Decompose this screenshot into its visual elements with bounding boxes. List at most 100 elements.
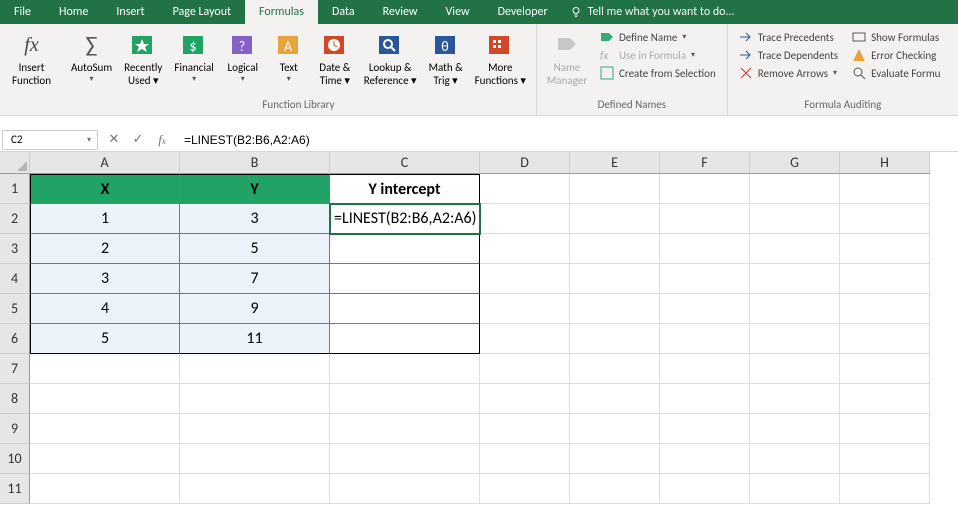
- cell-D10[interactable]: [480, 444, 570, 474]
- cell-B11[interactable]: [180, 474, 330, 504]
- cell-G9[interactable]: [750, 414, 840, 444]
- cell-G6[interactable]: [750, 324, 840, 354]
- tab-data[interactable]: Data: [318, 0, 369, 24]
- cell-C5[interactable]: [330, 294, 480, 324]
- cell-F3[interactable]: [660, 234, 750, 264]
- cell-A1[interactable]: X: [30, 174, 180, 204]
- cell-H5[interactable]: [840, 294, 930, 324]
- row-head-9[interactable]: 9: [0, 414, 30, 444]
- tab-file[interactable]: File: [0, 0, 45, 24]
- cell-E3[interactable]: [570, 234, 660, 264]
- cell-E9[interactable]: [570, 414, 660, 444]
- cell-G4[interactable]: [750, 264, 840, 294]
- cell-A5[interactable]: 4: [30, 294, 180, 324]
- cell-G8[interactable]: [750, 384, 840, 414]
- tab-page-layout[interactable]: Page Layout: [159, 0, 245, 24]
- math-trig-button[interactable]: θ Math &Trig ▾: [423, 26, 469, 87]
- cell-G11[interactable]: [750, 474, 840, 504]
- trace-precedents-button[interactable]: Trace Precedents: [736, 28, 841, 46]
- cell-E6[interactable]: [570, 324, 660, 354]
- cell-A6[interactable]: 5: [30, 324, 180, 354]
- cell-B6[interactable]: 11: [180, 324, 330, 354]
- col-head-C[interactable]: C: [330, 152, 480, 174]
- lookup-button[interactable]: Lookup &Reference ▾: [358, 26, 423, 87]
- cell-E5[interactable]: [570, 294, 660, 324]
- cell-A11[interactable]: [30, 474, 180, 504]
- row-head-7[interactable]: 7: [0, 354, 30, 384]
- cell-C9[interactable]: [330, 414, 480, 444]
- cell-F6[interactable]: [660, 324, 750, 354]
- recently-used-button[interactable]: RecentlyUsed ▾: [118, 26, 168, 87]
- cell-F9[interactable]: [660, 414, 750, 444]
- cell-G5[interactable]: [750, 294, 840, 324]
- cell-D3[interactable]: [480, 234, 570, 264]
- cell-D11[interactable]: [480, 474, 570, 504]
- row-head-8[interactable]: 8: [0, 384, 30, 414]
- cell-H10[interactable]: [840, 444, 930, 474]
- cell-D5[interactable]: [480, 294, 570, 324]
- cell-D1[interactable]: [480, 174, 570, 204]
- cell-C6[interactable]: [330, 324, 480, 354]
- tab-view[interactable]: View: [432, 0, 484, 24]
- cell-C4[interactable]: [330, 264, 480, 294]
- cell-C7[interactable]: [330, 354, 480, 384]
- cell-E2[interactable]: [570, 204, 660, 234]
- cell-D2[interactable]: [480, 204, 570, 234]
- cell-E4[interactable]: [570, 264, 660, 294]
- cell-A3[interactable]: 2: [30, 234, 180, 264]
- cell-E11[interactable]: [570, 474, 660, 504]
- cell-G3[interactable]: [750, 234, 840, 264]
- cell-C11[interactable]: [330, 474, 480, 504]
- row-head-4[interactable]: 4: [0, 264, 30, 294]
- cell-A4[interactable]: 3: [30, 264, 180, 294]
- cell-H4[interactable]: [840, 264, 930, 294]
- cell-H1[interactable]: [840, 174, 930, 204]
- tab-insert[interactable]: Insert: [102, 0, 158, 24]
- col-head-A[interactable]: A: [30, 152, 180, 174]
- autosum-button[interactable]: ∑ AutoSum▾: [65, 26, 118, 84]
- name-box[interactable]: C2▾: [2, 130, 98, 150]
- cell-B10[interactable]: [180, 444, 330, 474]
- cell-H8[interactable]: [840, 384, 930, 414]
- text-button[interactable]: A Text▾: [266, 26, 312, 84]
- cell-H2[interactable]: [840, 204, 930, 234]
- cell-E10[interactable]: [570, 444, 660, 474]
- cell-H9[interactable]: [840, 414, 930, 444]
- show-formulas-button[interactable]: Show Formulas: [849, 28, 943, 46]
- cancel-formula-button[interactable]: ✕: [102, 132, 126, 147]
- row-head-2[interactable]: 2: [0, 204, 30, 234]
- cell-B9[interactable]: [180, 414, 330, 444]
- cell-E7[interactable]: [570, 354, 660, 384]
- insert-function-button[interactable]: fx InsertFunction: [6, 26, 57, 87]
- cell-B3[interactable]: 5: [180, 234, 330, 264]
- cell-E8[interactable]: [570, 384, 660, 414]
- cell-G10[interactable]: [750, 444, 840, 474]
- cell-G2[interactable]: [750, 204, 840, 234]
- formula-input[interactable]: [174, 128, 958, 151]
- row-head-3[interactable]: 3: [0, 234, 30, 264]
- financial-button[interactable]: $ Financial▾: [168, 26, 219, 84]
- use-in-formula-button[interactable]: fxUse in Formula ▾: [597, 46, 719, 64]
- row-head-10[interactable]: 10: [0, 444, 30, 474]
- enter-formula-button[interactable]: ✓: [126, 132, 150, 147]
- cell-C10[interactable]: [330, 444, 480, 474]
- cell-H7[interactable]: [840, 354, 930, 384]
- select-all-corner[interactable]: [0, 152, 30, 174]
- col-head-F[interactable]: F: [660, 152, 750, 174]
- cell-B4[interactable]: 7: [180, 264, 330, 294]
- cell-H11[interactable]: [840, 474, 930, 504]
- col-head-B[interactable]: B: [180, 152, 330, 174]
- cell-A8[interactable]: [30, 384, 180, 414]
- cell-A7[interactable]: [30, 354, 180, 384]
- cell-A2[interactable]: 1: [30, 204, 180, 234]
- row-head-6[interactable]: 6: [0, 324, 30, 354]
- row-head-5[interactable]: 5: [0, 294, 30, 324]
- more-functions-button[interactable]: MoreFunctions ▾: [469, 26, 532, 87]
- cell-B7[interactable]: [180, 354, 330, 384]
- create-from-selection-button[interactable]: Create from Selection: [597, 64, 719, 82]
- date-time-button[interactable]: Date &Time ▾: [312, 26, 358, 87]
- cell-G1[interactable]: [750, 174, 840, 204]
- tab-developer[interactable]: Developer: [484, 0, 562, 24]
- logical-button[interactable]: ? Logical▾: [220, 26, 266, 84]
- cell-D9[interactable]: [480, 414, 570, 444]
